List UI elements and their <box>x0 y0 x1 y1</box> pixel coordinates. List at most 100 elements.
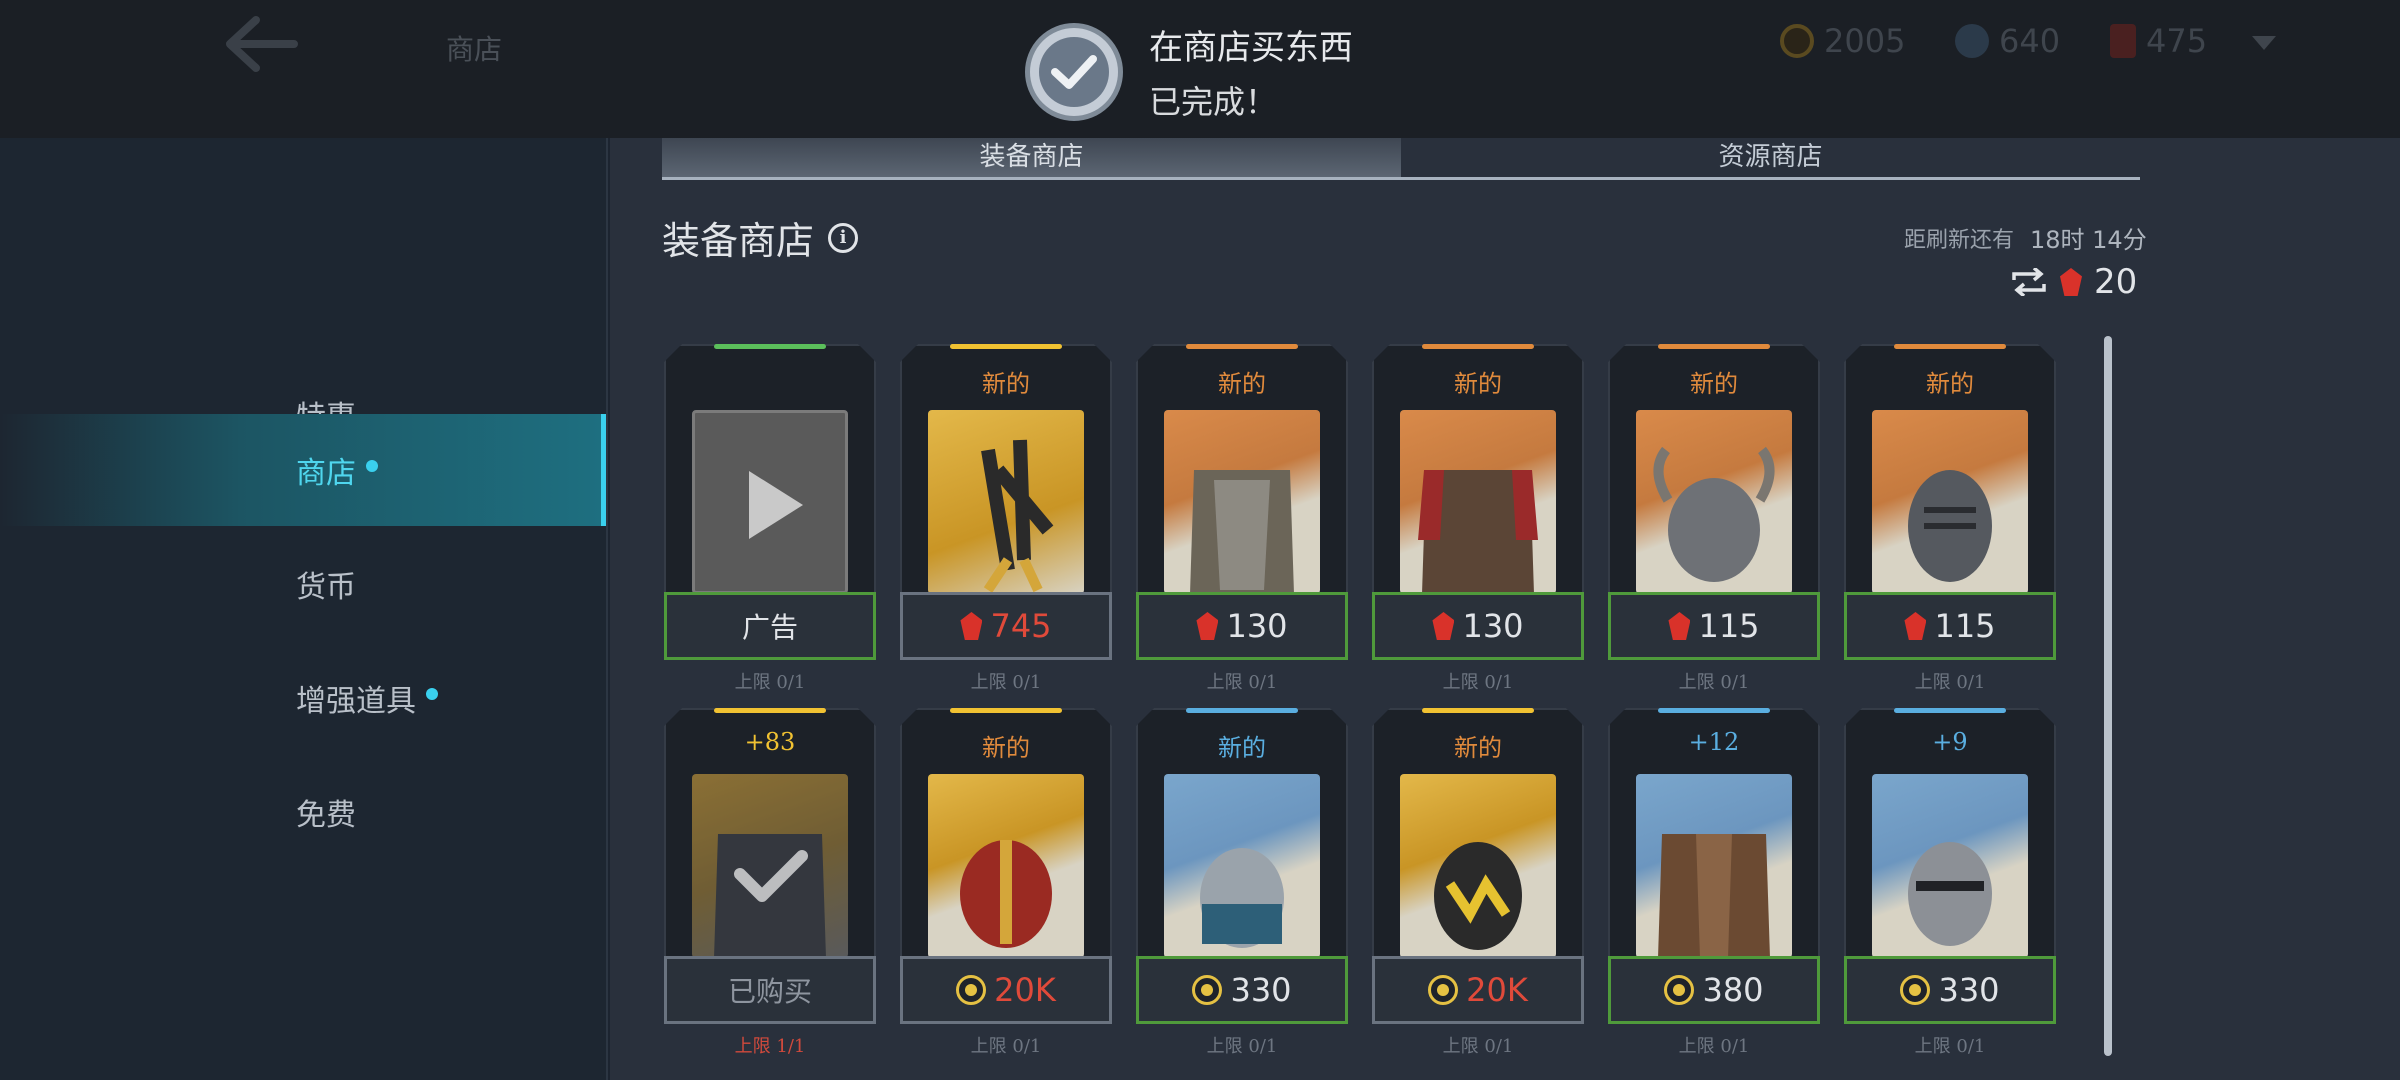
purchase-limit: 上限 0/1 <box>1206 672 1278 693</box>
gold-currency[interactable]: 2005 <box>1780 22 1905 60</box>
gold-coin-icon <box>1664 975 1695 1005</box>
gem-icon <box>960 612 983 640</box>
purchase-limit: 上限 0/1 <box>1442 672 1514 693</box>
shop-item-card[interactable]: 新的 330 上限 0/1 <box>1136 708 1348 1057</box>
helmet-item-image <box>928 774 1084 958</box>
watch-ad-button[interactable]: 广告 <box>664 592 876 660</box>
checkmark-icon <box>1025 22 1123 121</box>
orb-icon <box>1955 24 1989 58</box>
item-tag: +12 <box>1688 728 1740 756</box>
sidebar-item-label: 货币 <box>296 570 356 605</box>
sidebar-item-label: 增强道具 <box>296 684 416 719</box>
chevron-down-icon[interactable] <box>2252 36 2276 50</box>
refresh-label: 距刷新还有 <box>1904 228 2015 253</box>
gem-amount: 475 <box>2146 22 2208 60</box>
buy-button[interactable]: 330 <box>1844 956 2056 1024</box>
tab-equipment-shop[interactable]: 装备商店 <box>662 138 1401 177</box>
scrollbar[interactable] <box>2104 336 2112 1056</box>
buy-button[interactable]: 115 <box>1844 592 2056 660</box>
gold-coin-icon <box>1900 975 1931 1005</box>
gold-coin-icon <box>1192 975 1223 1005</box>
sidebar-item-boosters[interactable]: 增强道具 <box>0 642 606 754</box>
buy-button[interactable]: 20K <box>900 956 1112 1024</box>
purchase-limit: 上限 0/1 <box>970 672 1042 693</box>
sidebar-item-free[interactable]: 免费 <box>0 756 606 868</box>
purchase-limit: 上限 0/1 <box>1678 672 1750 693</box>
refresh-button[interactable]: 20 <box>2010 262 2137 302</box>
info-icon[interactable]: i <box>828 222 859 253</box>
buy-button[interactable]: 115 <box>1608 592 1820 660</box>
sidebar-item-shop[interactable]: 商店 <box>0 414 606 526</box>
sidebar-item-currency[interactable]: 货币 <box>0 528 606 640</box>
item-tag: 新的 <box>1926 370 1974 398</box>
shop-content: 装备商店 资源商店 装备商店 i 距刷新还有 18时 14分 20 广告 上限 … <box>610 138 2400 1080</box>
purchase-limit: 上限 0/1 <box>1442 1036 1514 1057</box>
tab-resource-shop[interactable]: 资源商店 <box>1401 138 2140 177</box>
gem-currency[interactable]: 475 <box>2110 22 2207 60</box>
shop-item-card[interactable]: 新的 130 上限 0/1 <box>1372 344 1584 693</box>
refresh-icon <box>2012 268 2046 296</box>
toast-subtitle: 已完成！ <box>1149 83 1278 121</box>
shop-item-card[interactable]: +9 330 上限 0/1 <box>1844 708 2056 1057</box>
armor-item-image <box>1400 410 1556 594</box>
helmet-item-image <box>1400 774 1556 958</box>
shop-item-card[interactable]: +12 380 上限 0/1 <box>1608 708 1820 1057</box>
gem-icon <box>2060 268 2082 296</box>
shop-title: 装备商店 <box>662 219 815 263</box>
gold-coin-icon <box>956 975 987 1005</box>
gem-icon <box>1904 612 1927 640</box>
item-tag: 新的 <box>1690 370 1738 398</box>
gem-icon <box>1196 612 1219 640</box>
gold-amount: 2005 <box>1824 22 1906 60</box>
shop-item-card[interactable]: 新的 745 上限 0/1 <box>900 344 1112 693</box>
orb-currency[interactable]: 640 <box>1955 22 2060 60</box>
purchase-limit: 上限 0/1 <box>734 672 806 693</box>
purchase-limit: 上限 0/1 <box>1206 1036 1278 1057</box>
item-tag: +9 <box>1932 728 1968 756</box>
back-arrow-icon[interactable] <box>220 14 300 74</box>
notification-dot <box>366 460 378 472</box>
shop-item-card[interactable]: +83 已购买 上限 1/1 <box>664 708 876 1057</box>
shop-tabs: 装备商店 资源商店 <box>662 138 2140 180</box>
orb-amount: 640 <box>1999 22 2061 60</box>
gem-icon <box>1668 612 1691 640</box>
item-tag: 新的 <box>1454 370 1502 398</box>
notification-dot <box>426 688 438 700</box>
armor-item-image <box>1636 774 1792 958</box>
sidebar: 特惠 商店 货币 增强道具 免费 <box>0 138 608 1080</box>
helmet-item-image <box>1872 410 2028 594</box>
shop-item-card[interactable]: 新的 20K 上限 0/1 <box>1372 708 1584 1057</box>
refresh-timer: 18时 14分 <box>2030 226 2147 254</box>
buy-button[interactable]: 745 <box>900 592 1112 660</box>
buy-button[interactable]: 130 <box>1136 592 1348 660</box>
purchased-button: 已购买 <box>664 956 876 1024</box>
purchase-limit: 上限 0/1 <box>1678 1036 1750 1057</box>
buy-button[interactable]: 330 <box>1136 956 1348 1024</box>
purchase-limit: 上限 0/1 <box>1914 672 1986 693</box>
purchase-limit: 上限 0/1 <box>1914 1036 1986 1057</box>
buy-button[interactable]: 20K <box>1372 956 1584 1024</box>
helmet-item-image <box>1872 774 2028 958</box>
page-title: 商店 <box>446 33 503 66</box>
play-icon <box>749 471 803 539</box>
purchase-limit: 上限 0/1 <box>970 1036 1042 1057</box>
toast-title: 在商店买东西 <box>1149 28 1353 68</box>
gem-icon <box>2110 24 2136 58</box>
buy-button[interactable]: 380 <box>1608 956 1820 1024</box>
achievement-toast: 在商店买东西 已完成！ <box>1025 20 1353 123</box>
shop-item-card[interactable]: 新的 115 上限 0/1 <box>1844 344 2056 693</box>
item-tag: 新的 <box>1218 370 1266 398</box>
shop-heading: 装备商店 i <box>662 210 859 265</box>
shop-item-card[interactable]: 新的 20K 上限 0/1 <box>900 708 1112 1057</box>
shop-item-card[interactable]: 新的 130 上限 0/1 <box>1136 344 1348 693</box>
sidebar-item-label: 免费 <box>296 798 356 833</box>
shop-item-card[interactable]: 新的 115 上限 0/1 <box>1608 344 1820 693</box>
item-tag: 新的 <box>1454 734 1502 762</box>
ad-video-thumbnail <box>692 410 848 594</box>
buy-button[interactable]: 130 <box>1372 592 1584 660</box>
shop-item-card[interactable]: 广告 上限 0/1 <box>664 344 876 693</box>
item-tag: 新的 <box>982 734 1030 762</box>
item-tag: 新的 <box>982 370 1030 398</box>
purchase-limit: 上限 1/1 <box>734 1036 806 1057</box>
armor-item-image <box>1164 410 1320 594</box>
